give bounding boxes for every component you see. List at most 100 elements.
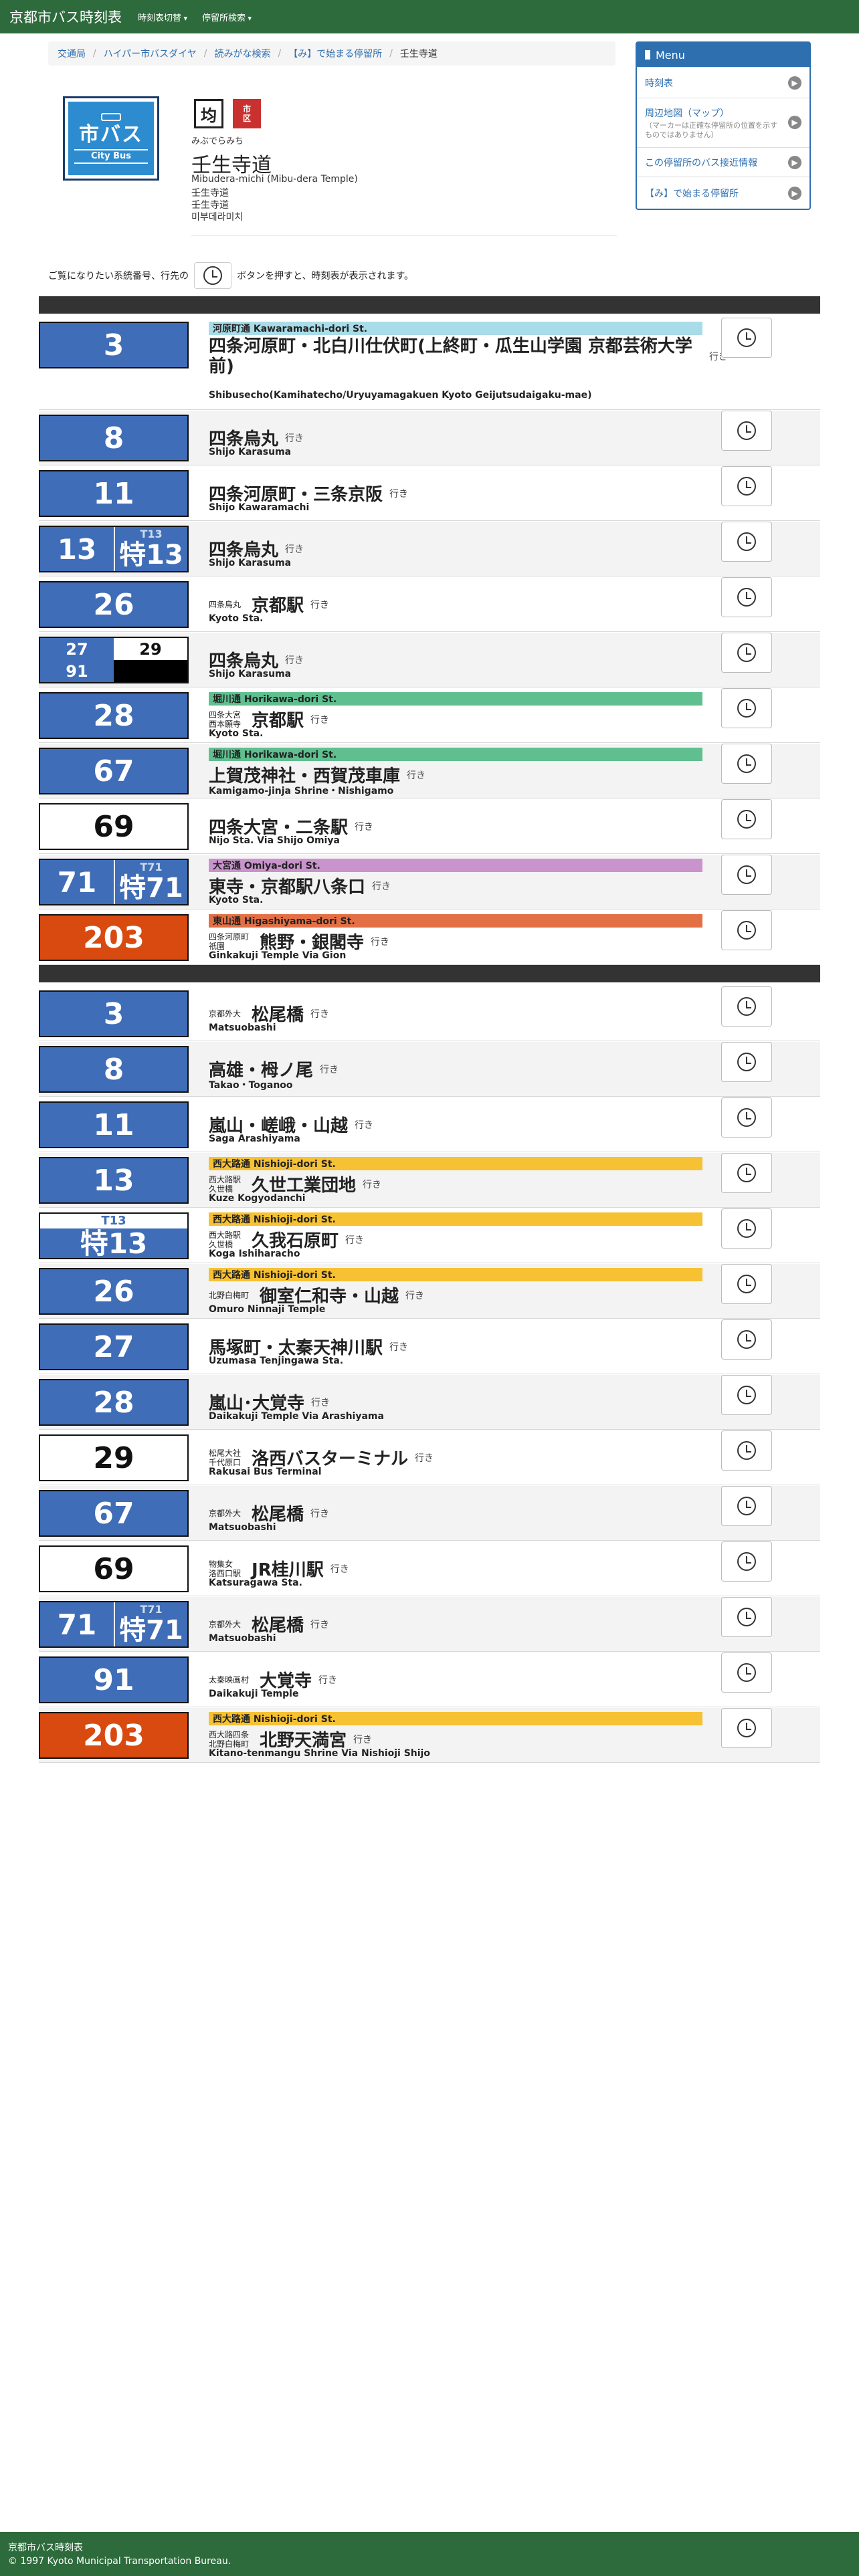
route-info: 河原町通 Kawaramachi-dori St. 四条河原町・北白川仕伏町(上終… <box>209 318 744 410</box>
route-row: 71 T71 特71 京都外大 松尾橋 行き Matsuobashi <box>39 1597 820 1652</box>
clock-icon <box>737 1330 756 1349</box>
route-number-badge[interactable]: 28 <box>39 692 189 739</box>
route-number-badge[interactable]: 3 <box>39 990 189 1037</box>
timetable-clock-button[interactable] <box>721 1042 772 1082</box>
special-route-number: T71 特71 <box>114 860 187 904</box>
timetable-clock-button[interactable] <box>721 1486 772 1526</box>
route-number-badge[interactable]: 203 <box>39 914 189 961</box>
via-stops: 西大路四条 北野白梅町 <box>209 1729 250 1749</box>
nav-stop-search[interactable]: 停留所検索 <box>202 11 252 23</box>
site-brand[interactable]: 京都市バス時刻表 <box>9 7 122 27</box>
route-number-badge[interactable]: 91 <box>39 1656 189 1703</box>
timetable-clock-button[interactable] <box>721 1597 772 1637</box>
timetable-clock-button[interactable] <box>721 466 772 506</box>
breadcrumb: 交通局 / ハイパー市バスダイヤ / 読みがな検索 / 【み】で始まる停留所 /… <box>48 41 615 66</box>
route-number: 203 <box>83 1718 145 1753</box>
route-row: 203 西大路通 Nishioji-dori St. 西大路四条 北野白梅町 北野天満… <box>39 1708 820 1763</box>
destination-english: Nijo Sta. Via Shijo Omiya <box>209 835 340 846</box>
route-number-badge[interactable]: 69 <box>39 1545 189 1592</box>
route-info: 京都外大 松尾橋 行き Matsuobashi <box>209 1597 744 1652</box>
timetable-clock-button[interactable] <box>721 855 772 895</box>
clock-icon <box>737 754 756 773</box>
clock-icon <box>203 266 222 285</box>
divider <box>191 235 617 236</box>
timetable-clock-button[interactable] <box>721 1652 772 1693</box>
route-info: 嵐山･大覚寺 行き Daikakuji Temple Via Arashiyama <box>209 1375 744 1430</box>
route-number-badge[interactable]: 69 <box>39 803 189 850</box>
breadcrumb-reading-search[interactable]: 読みがな検索 <box>214 47 270 60</box>
timetable-clock-button[interactable] <box>721 1097 772 1138</box>
route-info: 大宮通 Omiya-dori St. 東寺・京都駅八条口 行き Kyoto Sta. <box>209 855 744 909</box>
route-number: 29 <box>114 638 187 660</box>
route-number-badge[interactable]: 29 <box>39 1434 189 1481</box>
timetable-clock-button[interactable] <box>721 1264 772 1304</box>
route-number-badge[interactable]: 203 <box>39 1712 189 1759</box>
timetable-clock-button[interactable] <box>721 986 772 1027</box>
timetable-clock-button[interactable] <box>721 688 772 728</box>
route-row: 27 馬塚町・太秦天神川駅 行き Uzumasa Tenjingawa Sta. <box>39 1319 820 1374</box>
clock-icon <box>737 643 756 662</box>
route-number-badge[interactable]: 8 <box>39 415 189 461</box>
route-number-badge[interactable]: 71 T71 特71 <box>39 859 189 905</box>
timetable-clock-button[interactable] <box>721 744 772 784</box>
chevron-right-icon: ▶ <box>788 186 801 200</box>
timetable-clock-button[interactable] <box>721 910 772 950</box>
timetable-clock-button[interactable] <box>721 577 772 617</box>
footer-copyright: © 1997 Kyoto Municipal Transportation Bu… <box>8 2556 231 2567</box>
breadcrumb-hyper-dia[interactable]: ハイパー市バスダイヤ <box>104 47 197 60</box>
timetable-clock-button[interactable] <box>721 1708 772 1748</box>
route-number-badge[interactable]: 8 <box>39 1046 189 1093</box>
menu-item-mi-stops[interactable]: 【み】で始まる停留所 ▶ <box>637 177 809 209</box>
route-number-badge[interactable]: 67 <box>39 1490 189 1537</box>
logo-main-text: 市バス <box>79 123 143 146</box>
menu-item-timetable[interactable]: 時刻表 ▶ <box>637 67 809 98</box>
route-number-badge[interactable]: 26 <box>39 581 189 628</box>
destination-english: Kuze Kogyodanchi <box>209 1193 306 1204</box>
timetable-clock-button[interactable] <box>721 411 772 451</box>
route-number-badge[interactable]: 13 T13 特13 <box>39 526 189 572</box>
destination-english: Kyoto Sta. <box>209 895 264 905</box>
navbar: 京都市バス時刻表 時刻表切替 停留所検索 <box>0 0 859 33</box>
route-row: 26 西大路通 Nishioji-dori St. 北野白梅町 御室仁和寺・山越 行き O… <box>39 1264 820 1319</box>
timetable-clock-button[interactable] <box>721 1208 772 1249</box>
timetable-clock-button[interactable] <box>721 1319 772 1360</box>
route-info: 太秦映画村 大覚寺 行き Daikakuji Temple <box>209 1652 744 1707</box>
timetable-clock-button[interactable] <box>721 522 772 562</box>
nav-timetable-switch[interactable]: 時刻表切替 <box>138 11 187 23</box>
timetable-clock-button[interactable] <box>721 1430 772 1471</box>
bound-for-label: 行き <box>355 1119 374 1131</box>
route-number-badge[interactable]: 27 <box>39 1323 189 1370</box>
route-number-badge[interactable]: T13 特13 <box>39 1212 189 1259</box>
timetable-clock-button[interactable] <box>721 318 772 358</box>
route-number-badge[interactable]: 71 T71 特71 <box>39 1601 189 1648</box>
bound-for-label: 行き <box>285 544 304 555</box>
breadcrumb-transport-bureau[interactable]: 交通局 <box>58 47 86 60</box>
route-number-badge[interactable]: 13 <box>39 1157 189 1204</box>
route-number-badge[interactable]: 11 <box>39 1101 189 1148</box>
route-info: 四条烏丸 京都駅 行き Kyoto Sta. <box>209 577 744 632</box>
instruction-before: ご覧になりたい系統番号、行先の <box>48 271 189 282</box>
timetable-clock-button[interactable] <box>721 1153 772 1193</box>
route-row: 28 嵐山･大覚寺 行き Daikakuji Temple Via Arashiyam… <box>39 1375 820 1430</box>
menu-item-approach-info[interactable]: この停留所のバス接近情報 ▶ <box>637 147 809 177</box>
instruction-text: ご覧になりたい系統番号、行先の ボタンを押すと、時刻表が表示されます。 <box>48 262 413 289</box>
breadcrumb-mi-stops[interactable]: 【み】で始まる停留所 <box>288 47 382 60</box>
timetable-clock-button[interactable] <box>721 799 772 839</box>
timetable-clock-button[interactable] <box>721 1375 772 1415</box>
route-info: 西大路通 Nishioji-dori St. 北野白梅町 御室仁和寺・山越 行き Omu… <box>209 1264 744 1319</box>
special-route-tag-band: T13 <box>40 1214 187 1228</box>
destination-english: Kamigamo-jinja Shrine・Nishigamo <box>209 786 394 796</box>
route-row: 69 物集女 洛西口駅 JR桂川駅 行き Katsuragawa Sta. <box>39 1541 820 1596</box>
route-number-badge[interactable]: 11 <box>39 470 189 517</box>
route-number-badge[interactable]: 3 <box>39 322 189 368</box>
menu-item-map[interactable]: 周辺地図（マップ） （マーカーは正確な停留所の位置を示すものではありません） ▶ <box>637 98 809 147</box>
via-street-label: 西大路通 Nishioji-dori St. <box>209 1712 702 1725</box>
timetable-clock-button[interactable] <box>721 633 772 673</box>
route-number-badge[interactable]: 67 <box>39 748 189 794</box>
destination-english: Koga Ishiharacho <box>209 1249 300 1259</box>
route-number-badge[interactable]: 27 29 91 <box>39 637 189 683</box>
timetable-clock-button[interactable] <box>721 1541 772 1582</box>
route-number-badge[interactable]: 28 <box>39 1379 189 1426</box>
route-number-badge[interactable]: 26 <box>39 1268 189 1315</box>
destination-name[interactable]: 四条河原町・北白川仕伏町(上終町・瓜生山学園 京都芸術大学前) <box>209 336 702 377</box>
